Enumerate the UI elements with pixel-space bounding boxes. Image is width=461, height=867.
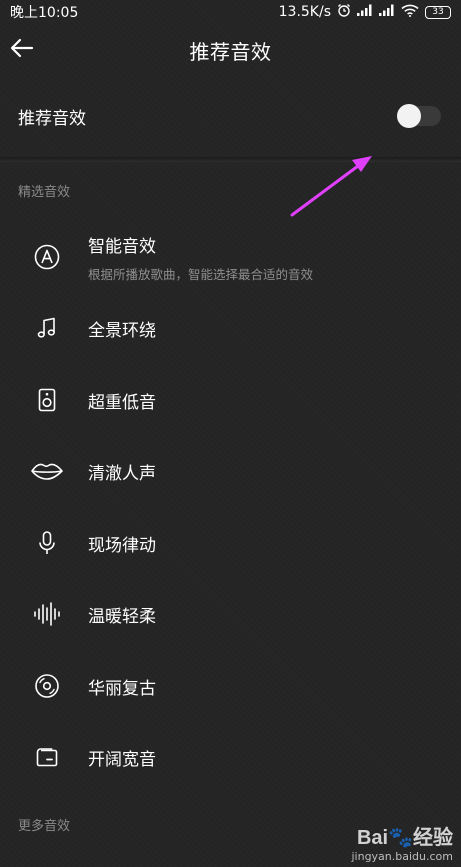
item-title: 全景环绕 — [88, 320, 156, 341]
battery-icon: 33 — [425, 5, 451, 19]
list-item-bass[interactable]: 超重低音 — [0, 370, 461, 430]
music-note-icon — [30, 311, 64, 345]
list-item-text: 现场律动 — [88, 531, 156, 556]
list-item-warm[interactable]: 温暖轻柔 — [0, 584, 461, 644]
back-button[interactable] — [6, 34, 38, 66]
arrow-left-icon — [10, 38, 34, 62]
status-bar: 晚上10:05 13.5K/s 33 — [0, 0, 461, 24]
list-item-text: 开阔宽音 — [88, 745, 156, 770]
list-item-vocal[interactable]: 清澈人声 — [0, 441, 461, 501]
item-title: 清澈人声 — [88, 463, 156, 484]
wifi-icon — [401, 4, 419, 21]
section-header-more: 更多音效 — [18, 819, 71, 834]
list-item-live[interactable]: 现场律动 — [0, 513, 461, 573]
wallet-icon — [30, 740, 64, 774]
page-title: 推荐音效 — [189, 39, 272, 64]
item-title: 现场律动 — [88, 535, 156, 556]
item-title: 温暖轻柔 — [88, 606, 156, 627]
header: 推荐音效 — [0, 24, 461, 76]
list-item-retro[interactable]: 华丽复古 — [0, 656, 461, 716]
toggle-label: 推荐音效 — [18, 108, 86, 129]
switch-knob — [397, 104, 421, 128]
list-item-surround[interactable]: 全景环绕 — [0, 298, 461, 358]
item-title: 超重低音 — [88, 392, 156, 413]
list-item-text: 超重低音 — [88, 388, 156, 413]
watermark-logo: Bai🐾经验 — [356, 827, 453, 849]
item-subtitle: 根据所播放歌曲，智能选择最合适的音效 — [88, 266, 314, 282]
vinyl-record-icon — [30, 669, 64, 703]
watermark-url: jingyan.baidu.com — [351, 850, 453, 863]
list-item-wide[interactable]: 开阔宽音 — [0, 727, 461, 787]
list-item-text: 智能音效 根据所播放歌曲，智能选择最合适的音效 — [88, 232, 313, 283]
microphone-icon — [30, 526, 64, 560]
list-item-text: 清澈人声 — [88, 459, 156, 484]
signal-icon — [357, 4, 373, 20]
screen: 晚上10:05 13.5K/s 33 推荐音效 推荐音效 精选音效 智能音效 根… — [0, 0, 461, 867]
speaker-icon — [30, 383, 64, 417]
item-title: 华丽复古 — [88, 678, 156, 699]
alarm-icon — [337, 3, 351, 21]
network-speed: 13.5K/s — [278, 4, 331, 20]
recommend-switch[interactable] — [397, 104, 441, 128]
list-item-text: 全景环绕 — [88, 316, 156, 341]
section-header-featured: 精选音效 — [18, 185, 71, 200]
letter-a-circle-icon — [30, 240, 64, 274]
status-icons: 13.5K/s 33 — [279, 3, 451, 21]
lips-icon — [30, 454, 64, 488]
list-item-text: 华丽复古 — [88, 674, 156, 699]
item-title: 开阔宽音 — [88, 749, 156, 770]
item-title: 智能音效 — [88, 236, 156, 257]
signal-icon — [379, 4, 395, 20]
list-item-smart[interactable]: 智能音效 根据所播放歌曲，智能选择最合适的音效 — [0, 227, 461, 287]
sound-wave-icon — [30, 597, 64, 631]
list-item-text: 温暖轻柔 — [88, 602, 156, 627]
section-divider — [0, 157, 461, 162]
recommend-toggle-row[interactable]: 推荐音效 — [0, 90, 461, 142]
baidu-watermark: Bai🐾经验 jingyan.baidu.com — [351, 821, 453, 863]
status-time: 晚上10:05 — [10, 5, 79, 21]
